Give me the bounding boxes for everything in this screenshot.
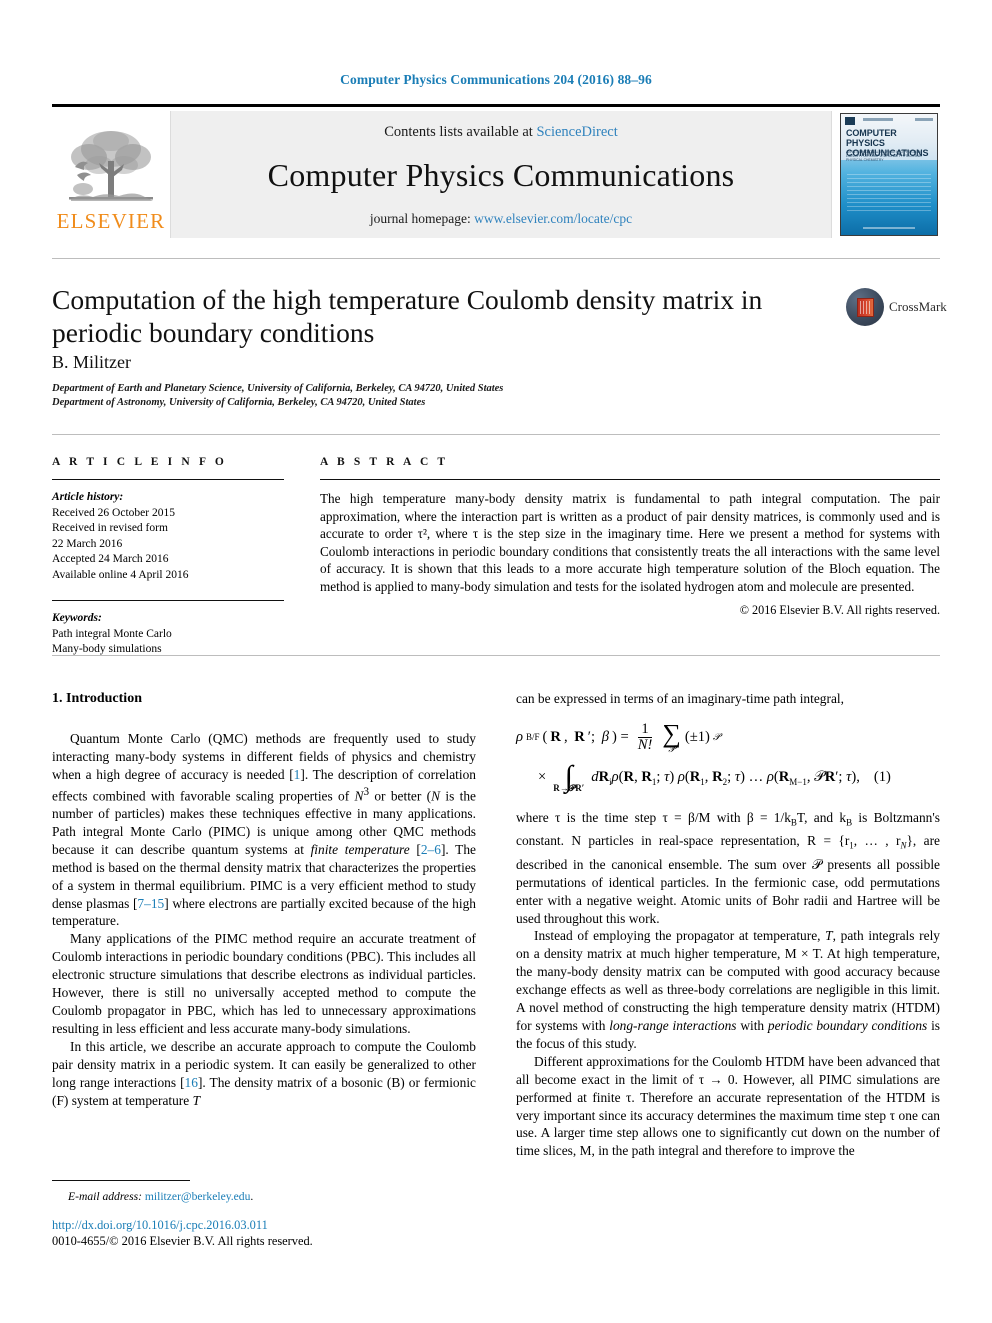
abstract-text: The high temperature many-body density m… xyxy=(320,491,940,594)
paragraph-right-1: can be expressed in terms of an imaginar… xyxy=(516,691,844,706)
fraction-1-over-N-factorial: 1 N! xyxy=(637,720,653,754)
abstract-copyright: © 2016 Elsevier B.V. All rights reserved… xyxy=(739,602,940,617)
paragraph-intro-3: In this article, we describe an accurate… xyxy=(52,1038,476,1110)
page-title: Computation of the high temperature Coul… xyxy=(52,284,763,348)
cover-texture-lines xyxy=(847,174,931,218)
homepage-prefix: journal homepage: xyxy=(369,211,475,226)
body-column-right: can be expressed in terms of an imaginar… xyxy=(516,690,940,1160)
text-run: where τ is the time step τ = β/M with β … xyxy=(516,809,791,825)
email-link[interactable]: militzer@berkeley.edu xyxy=(145,1190,251,1203)
article-history-item: Accepted 24 March 2016 xyxy=(52,553,169,565)
affiliation-1: Department of Earth and Planetary Scienc… xyxy=(52,383,504,394)
contents-prefix: Contents lists available at xyxy=(384,124,537,140)
email-suffix: . xyxy=(250,1190,254,1203)
abstract-rule xyxy=(320,479,940,480)
cover-elsevier-mark xyxy=(845,117,855,125)
text-run: with xyxy=(736,1017,768,1033)
math-var-T: T xyxy=(192,1092,201,1108)
article-history-item: Received in revised form xyxy=(52,522,168,534)
cover-image: COMPUTER PHYSICS COMMUNICATIONS AN INTER… xyxy=(840,113,938,236)
keywords-rule xyxy=(52,600,284,601)
running-head: Computer Physics Communications 204 (201… xyxy=(340,72,652,87)
paper-page: Computer Physics Communications 204 (201… xyxy=(0,0,992,1323)
paragraph-right-3: Instead of employing the propagator at t… xyxy=(516,927,940,1052)
text-run: or better ( xyxy=(369,788,432,804)
article-info-column: A R T I C L E I N F O Article history: R… xyxy=(52,456,284,658)
article-info-rule xyxy=(52,479,284,480)
keywords-label: Keywords: xyxy=(52,612,102,624)
text-run: T, and k xyxy=(796,809,847,825)
article-history-item: Received 26 October 2015 xyxy=(52,506,175,519)
footnote-rule xyxy=(52,1180,190,1181)
paragraph-intro-2: Many applications of the PIMC method req… xyxy=(52,931,476,1036)
issn-copyright-line: 0010-4655/© 2016 Elsevier B.V. All right… xyxy=(52,1234,313,1248)
text-run: [ xyxy=(409,841,421,857)
contents-available-line: Contents lists available at ScienceDirec… xyxy=(384,124,618,141)
affiliation-list: Department of Earth and Planetary Scienc… xyxy=(52,382,752,410)
journal-homepage-line: journal homepage: www.elsevier.com/locat… xyxy=(370,211,632,227)
article-history-item: Available online 4 April 2016 xyxy=(52,568,189,581)
doi-link[interactable]: http://dx.doi.org/10.1016/j.cpc.2016.03.… xyxy=(52,1218,268,1232)
citation-ref[interactable]: 2–6 xyxy=(421,842,441,857)
cover-volume-line xyxy=(863,118,933,121)
elsevier-wordmark: ELSEVIER xyxy=(56,209,166,233)
journal-band: Contents lists available at ScienceDirec… xyxy=(170,111,832,238)
crossmark-icon xyxy=(846,288,884,326)
paragraph-right-4: Different approximations for the Coulomb… xyxy=(516,1053,940,1159)
abstract-heading: A B S T R A C T xyxy=(320,456,449,468)
journal-homepage-link[interactable]: www.elsevier.com/locate/cpc xyxy=(474,211,632,226)
article-history-item: 22 March 2016 xyxy=(52,537,123,550)
article-history-label: Article history: xyxy=(52,491,124,503)
title-divider xyxy=(52,258,940,259)
body-column-left: 1. Introduction Quantum Monte Carlo (QMC… xyxy=(52,690,476,1109)
math-var-T: T xyxy=(825,928,833,944)
elsevier-tree-icon xyxy=(69,131,153,201)
affiliation-2: Department of Astronomy, University of C… xyxy=(52,397,426,408)
equation-1-line-2: × ∫ R→𝒫R′ dRiρ(R, R1; τ) ρ(R1, R2; τ) … ρ… xyxy=(538,759,891,794)
section-heading-introduction: 1. Introduction xyxy=(52,691,142,706)
abstract-column: A B S T R A C T The high temperature man… xyxy=(320,456,940,618)
author-name: B. Militzer xyxy=(52,352,131,372)
summation-operator: ∑ 𝒫 xyxy=(662,718,681,755)
emphasis-pbc: periodic boundary conditions xyxy=(767,1017,928,1033)
sciencedirect-link[interactable]: ScienceDirect xyxy=(536,124,617,140)
paragraph-intro-1: Quantum Monte Carlo (QMC) methods are fr… xyxy=(52,730,476,930)
math-var-N: N xyxy=(431,788,441,804)
info-divider-top xyxy=(52,434,940,435)
citation-ref[interactable]: 7–15 xyxy=(137,896,164,911)
footnote-email-line: E-mail address: militzer@berkeley.edu. xyxy=(52,1190,476,1203)
crossmark-label: CrossMark xyxy=(889,299,947,314)
citation-ref[interactable]: 16 xyxy=(185,1075,198,1090)
doi-line: http://dx.doi.org/10.1016/j.cpc.2016.03.… xyxy=(52,1217,476,1233)
emphasis-long-range: long-range interactions xyxy=(609,1017,737,1033)
cover-subtitle: AN INTERNATIONAL JOURNAL AND PROGRAM LIB… xyxy=(846,150,922,162)
cover-footer-line xyxy=(863,227,915,229)
page-footnote: E-mail address: militzer@berkeley.edu. h… xyxy=(52,1180,476,1249)
equation-1-line-1: ρ B/F(R, R ′; β) = 1 N! ∑ 𝒫 (±1) 𝒫 xyxy=(516,718,721,755)
crossmark-book-glyph xyxy=(856,297,874,317)
elsevier-logo: ELSEVIER xyxy=(52,111,170,238)
text-run: , … , r xyxy=(853,833,901,849)
emphasis-finite-temperature: finite temperature xyxy=(310,841,410,857)
email-label: E-mail address: xyxy=(68,1190,142,1203)
keyword-item: Path integral Monte Carlo xyxy=(52,627,172,640)
crossmark-badge-group[interactable]: CrossMark xyxy=(846,285,947,329)
info-divider-bottom xyxy=(52,655,940,656)
text-run: Instead of employing the propagator at t… xyxy=(534,928,826,944)
article-info-heading: A R T I C L E I N F O xyxy=(52,456,227,468)
integral-operator: ∫ R→𝒫R′ xyxy=(553,759,585,794)
equation-number: (1) xyxy=(873,769,891,786)
paragraph-right-2: where τ is the time step τ = β/M with β … xyxy=(516,809,941,926)
equation-1: ρ B/F(R, R ′; β) = 1 N! ∑ 𝒫 (±1) 𝒫 × ∫ R→𝒫R′ … xyxy=(516,718,940,794)
journal-masthead: ELSEVIER Contents lists available at Sci… xyxy=(52,104,940,238)
journal-cover-thumbnail[interactable]: COMPUTER PHYSICS COMMUNICATIONS AN INTER… xyxy=(832,111,940,238)
journal-title: Computer Physics Communications xyxy=(267,157,735,194)
